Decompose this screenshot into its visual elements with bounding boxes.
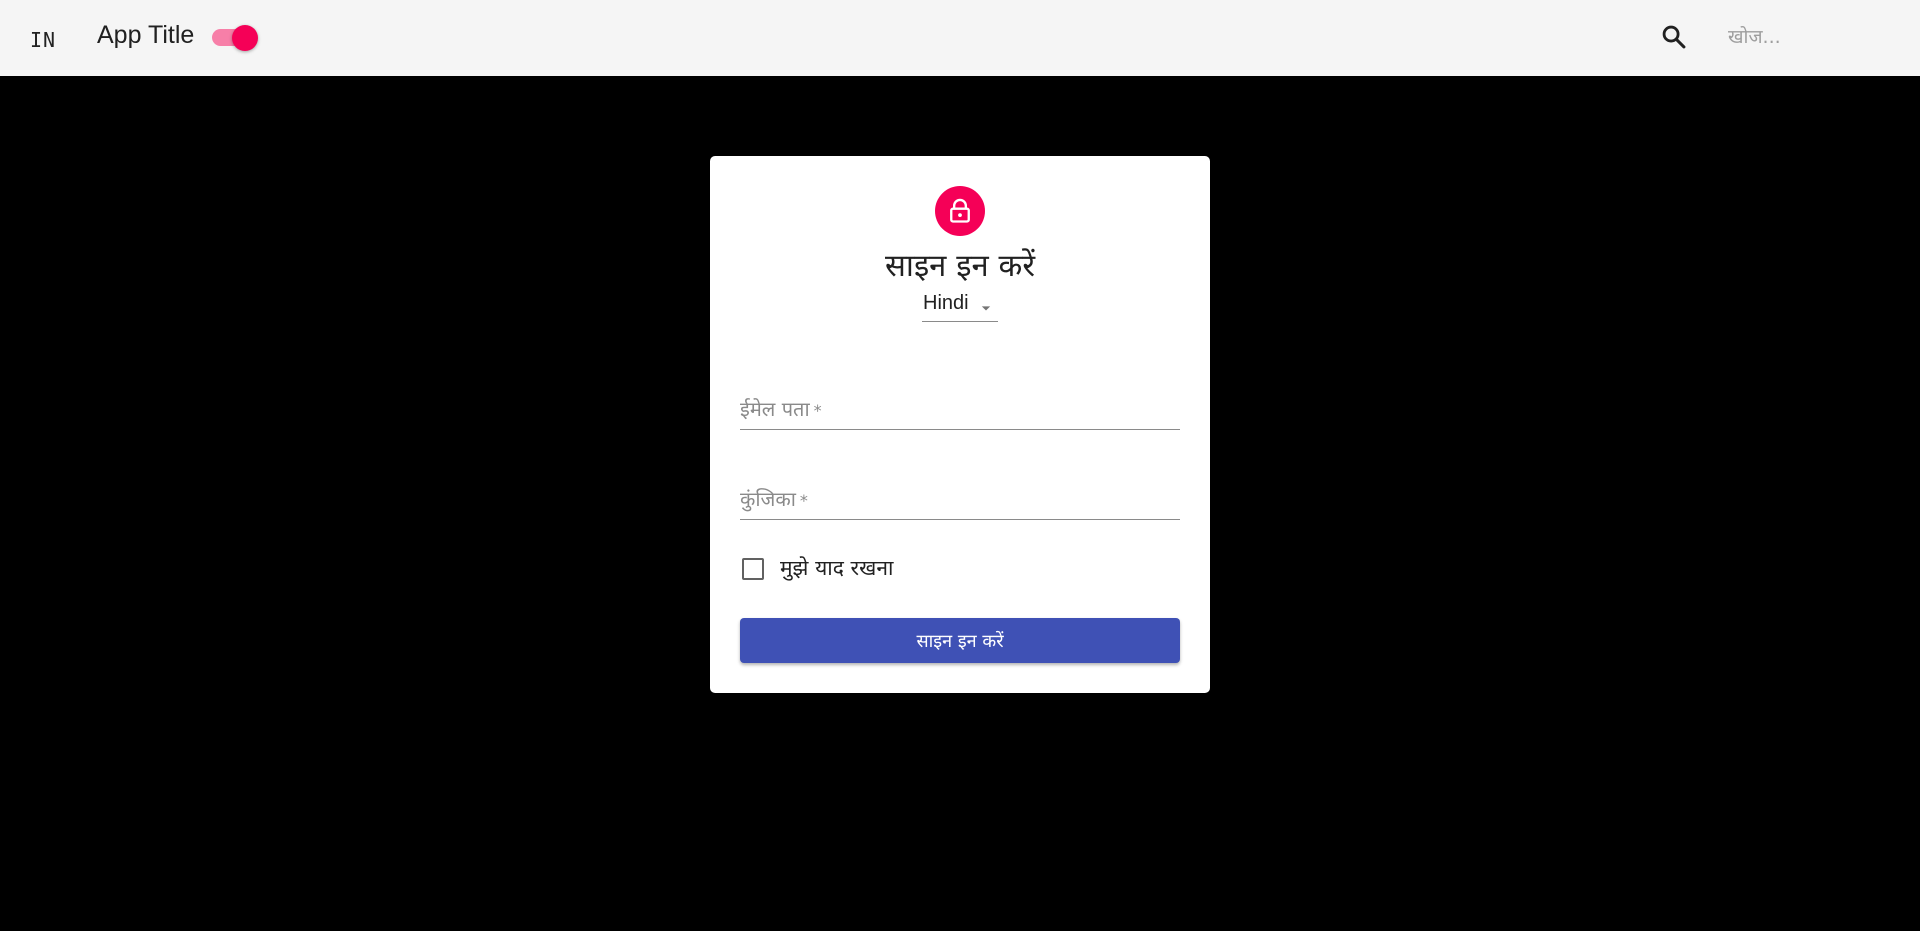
- search-box: [1640, 8, 1920, 66]
- remember-me[interactable]: मुझे याद रखना: [740, 548, 980, 588]
- language-select-value: Hindi: [923, 292, 969, 314]
- search-input[interactable]: [1728, 20, 1908, 54]
- language-select[interactable]: Hindi: [922, 292, 998, 322]
- language-code[interactable]: IN: [30, 28, 56, 52]
- arrow-drop-down-icon: [981, 306, 991, 311]
- remember-me-checkbox[interactable]: [742, 558, 764, 580]
- app-bar: IN App Title: [0, 0, 1920, 76]
- email-input[interactable]: [740, 392, 1180, 426]
- email-field: ईमेल पता *: [740, 378, 1180, 430]
- theme-toggle[interactable]: [210, 24, 258, 51]
- lock-avatar: [935, 186, 985, 236]
- sign-in-button[interactable]: साइन इन करें: [740, 618, 1180, 663]
- password-input[interactable]: [740, 482, 1180, 516]
- search-icon[interactable]: [1660, 23, 1688, 51]
- remember-me-label: मुझे याद रखना: [780, 556, 894, 580]
- sign-in-title: साइन इन करें: [884, 248, 1036, 284]
- lock-icon: [950, 198, 970, 223]
- password-field: कुंजिका *: [740, 468, 1180, 520]
- login-card: साइन इन करें Hindi ईमेल पता * कुंजिका * मु…: [710, 156, 1210, 693]
- toggle-thumb: [232, 25, 258, 51]
- app-title: App Title: [97, 21, 195, 49]
